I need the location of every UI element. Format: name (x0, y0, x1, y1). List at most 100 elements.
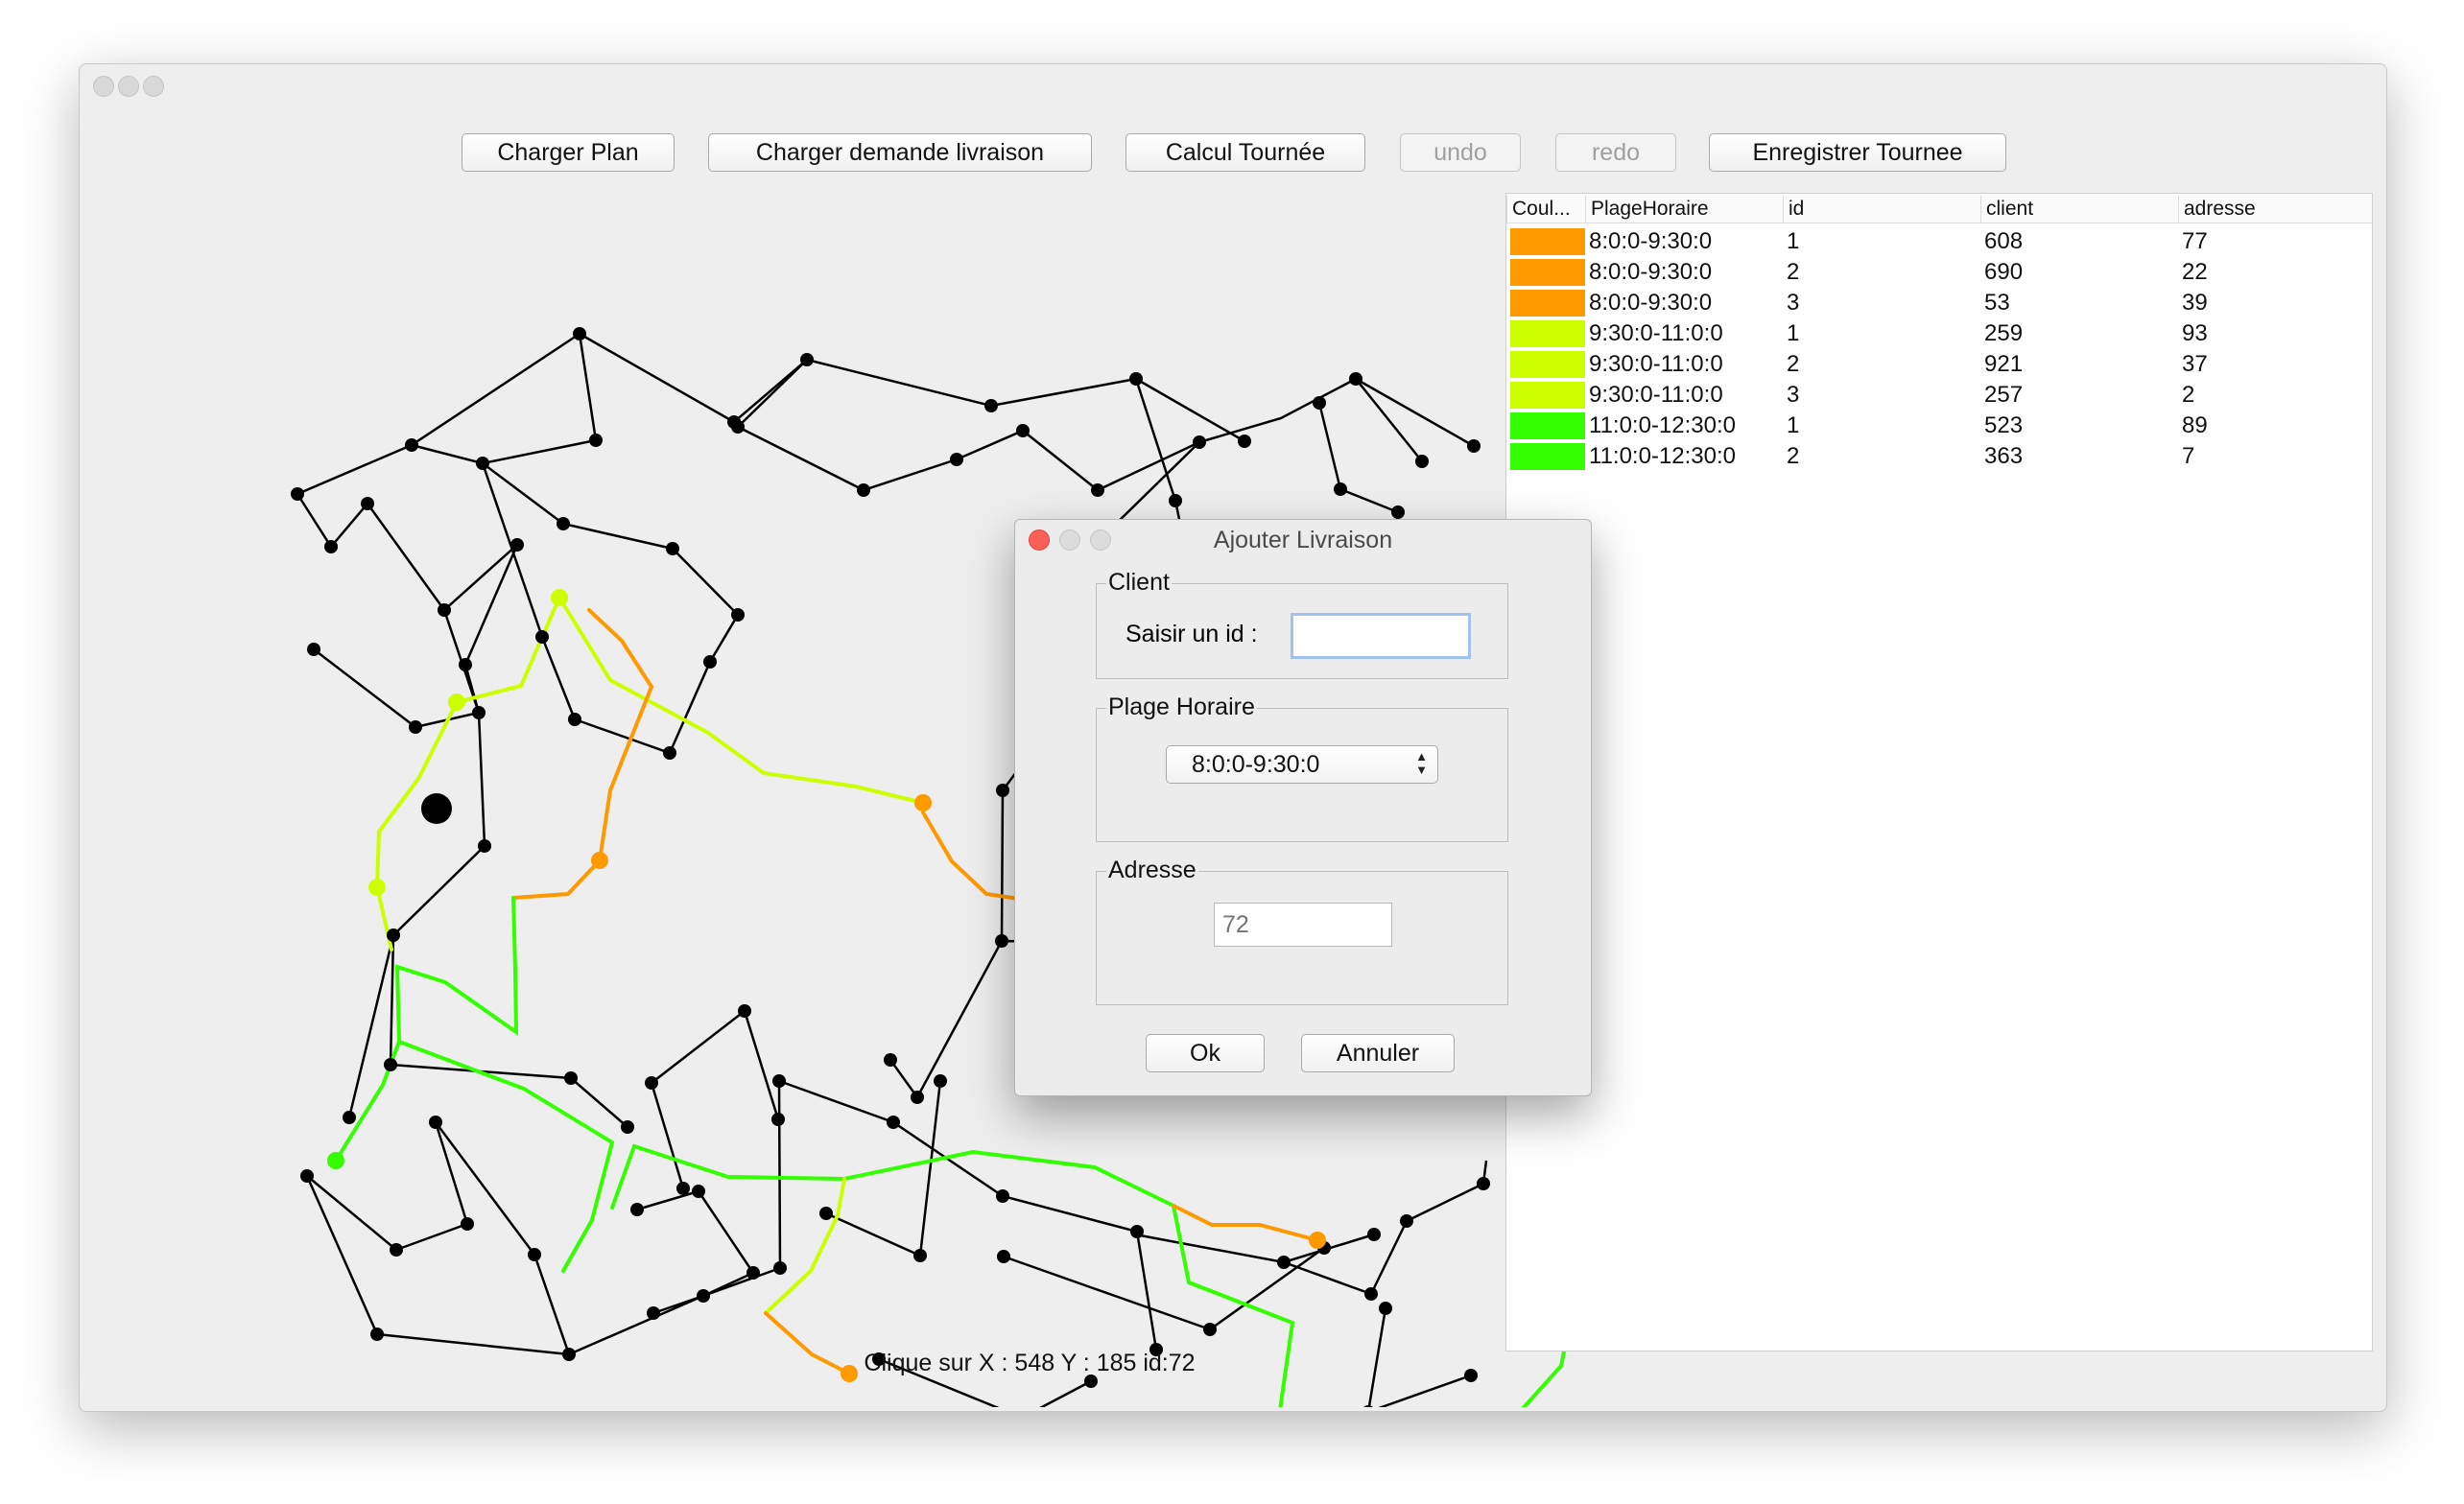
map-node[interactable] (996, 1189, 1009, 1203)
map-node[interactable] (731, 608, 745, 622)
map-node[interactable] (1379, 1302, 1392, 1315)
minimize-window-icon[interactable] (118, 76, 139, 97)
map-node[interactable] (1400, 1214, 1413, 1228)
map-node[interactable] (405, 438, 418, 452)
map-node[interactable] (476, 457, 489, 470)
map-node[interactable] (472, 706, 486, 719)
delivery-point[interactable] (327, 1152, 344, 1169)
table-row[interactable]: 9:30:0-11:0:0 3 257 2 (1506, 380, 2372, 411)
column-header-slot[interactable]: PlageHoraire (1585, 196, 1783, 223)
delivery-point[interactable] (914, 794, 932, 811)
map-node[interactable] (645, 1076, 658, 1090)
column-header-client[interactable]: client (1980, 196, 2178, 223)
map-node[interactable] (1016, 424, 1030, 437)
map-node[interactable] (697, 1289, 710, 1303)
map-node[interactable] (703, 655, 717, 669)
map-node[interactable] (1467, 439, 1481, 453)
map-node[interactable] (528, 1248, 541, 1261)
map-node[interactable] (361, 497, 374, 510)
delivery-point[interactable] (368, 879, 386, 896)
delivery-point[interactable] (551, 589, 568, 606)
table-row[interactable]: 8:0:0-9:30:0 2 690 22 (1506, 257, 2372, 288)
map-node[interactable] (1334, 482, 1347, 496)
map-node[interactable] (564, 1071, 578, 1085)
map-node[interactable] (773, 1261, 787, 1275)
map-node[interactable] (1415, 455, 1429, 468)
map-node[interactable] (387, 928, 400, 942)
undo-button[interactable]: undo (1400, 133, 1521, 172)
map-node[interactable] (1362, 1405, 1375, 1407)
map-node[interactable] (984, 399, 998, 412)
map-node[interactable] (535, 630, 549, 644)
table-row[interactable]: 9:30:0-11:0:0 1 259 93 (1506, 318, 2372, 349)
table-row[interactable]: 8:0:0-9:30:0 1 608 77 (1506, 226, 2372, 257)
map-node[interactable] (621, 1120, 634, 1134)
table-row[interactable]: 8:0:0-9:30:0 3 53 39 (1506, 288, 2372, 318)
map-node[interactable] (429, 1116, 442, 1129)
map-node[interactable] (1238, 435, 1251, 448)
map-node[interactable] (647, 1306, 660, 1320)
map-node[interactable] (438, 603, 451, 617)
map-node[interactable] (800, 353, 814, 366)
map-node[interactable] (772, 1074, 786, 1088)
close-window-icon[interactable] (93, 76, 114, 97)
map-node[interactable] (1477, 1177, 1490, 1190)
map-node[interactable] (1129, 372, 1143, 386)
map-node[interactable] (324, 540, 338, 553)
map-node[interactable] (1130, 1225, 1144, 1238)
map-node[interactable] (857, 483, 870, 497)
map-node[interactable] (589, 434, 603, 447)
map-node[interactable] (557, 517, 570, 530)
map-node[interactable] (950, 453, 963, 466)
map-node[interactable] (676, 1182, 690, 1195)
delivery-point[interactable] (1309, 1232, 1326, 1249)
map-node[interactable] (884, 1053, 897, 1067)
time-slot-select[interactable]: 8:0:0-9:30:0 ▲ ▼ (1166, 745, 1438, 784)
map-node[interactable] (1203, 1323, 1217, 1336)
map-node[interactable] (370, 1328, 384, 1341)
warehouse-node[interactable] (421, 793, 452, 824)
save-route-button[interactable]: Enregistrer Tournee (1709, 133, 2006, 172)
map-node[interactable] (1367, 1228, 1381, 1241)
map-node[interactable] (996, 784, 1009, 797)
column-header-color[interactable]: Coul... (1506, 196, 1585, 223)
map-node[interactable] (630, 1203, 644, 1216)
map-node[interactable] (478, 839, 491, 853)
map-node[interactable] (1313, 396, 1326, 410)
map-node[interactable] (746, 1266, 760, 1280)
map-node[interactable] (819, 1207, 833, 1220)
zoom-window-icon[interactable] (143, 76, 164, 97)
map-node[interactable] (911, 1091, 924, 1104)
map-node[interactable] (934, 1074, 947, 1088)
map-node[interactable] (390, 1243, 403, 1257)
map-node[interactable] (1364, 1287, 1378, 1301)
map-node[interactable] (307, 643, 320, 656)
map-node[interactable] (1169, 494, 1182, 507)
load-request-button[interactable]: Charger demande livraison (708, 133, 1092, 172)
map-node[interactable] (1349, 372, 1362, 386)
map-node[interactable] (291, 487, 304, 501)
map-node[interactable] (771, 1113, 785, 1126)
map-node[interactable] (1277, 1256, 1291, 1269)
column-header-id[interactable]: id (1783, 196, 1980, 223)
map-node[interactable] (913, 1249, 927, 1262)
map-node[interactable] (384, 1058, 397, 1071)
map-node[interactable] (887, 1116, 900, 1129)
map-node[interactable] (461, 1217, 474, 1231)
table-row[interactable]: 11:0:0-12:30:0 2 363 7 (1506, 441, 2372, 472)
table-row[interactable]: 9:30:0-11:0:0 2 921 37 (1506, 349, 2372, 380)
load-map-button[interactable]: Charger Plan (462, 133, 675, 172)
map-node[interactable] (692, 1185, 705, 1198)
ok-button[interactable]: Ok (1146, 1034, 1265, 1072)
map-node[interactable] (995, 934, 1008, 948)
table-row[interactable]: 11:0:0-12:30:0 1 523 89 (1506, 411, 2372, 441)
deliveries-table[interactable]: Coul... PlageHoraire id client adresse 8… (1505, 193, 2373, 1351)
map-node[interactable] (731, 420, 745, 434)
map-node[interactable] (666, 542, 679, 555)
map-node[interactable] (510, 538, 524, 552)
map-node[interactable] (997, 1250, 1010, 1263)
map-node[interactable] (738, 1004, 751, 1018)
map-node[interactable] (568, 713, 581, 726)
map-node[interactable] (1391, 505, 1405, 519)
compute-route-button[interactable]: Calcul Tournée (1125, 133, 1365, 172)
